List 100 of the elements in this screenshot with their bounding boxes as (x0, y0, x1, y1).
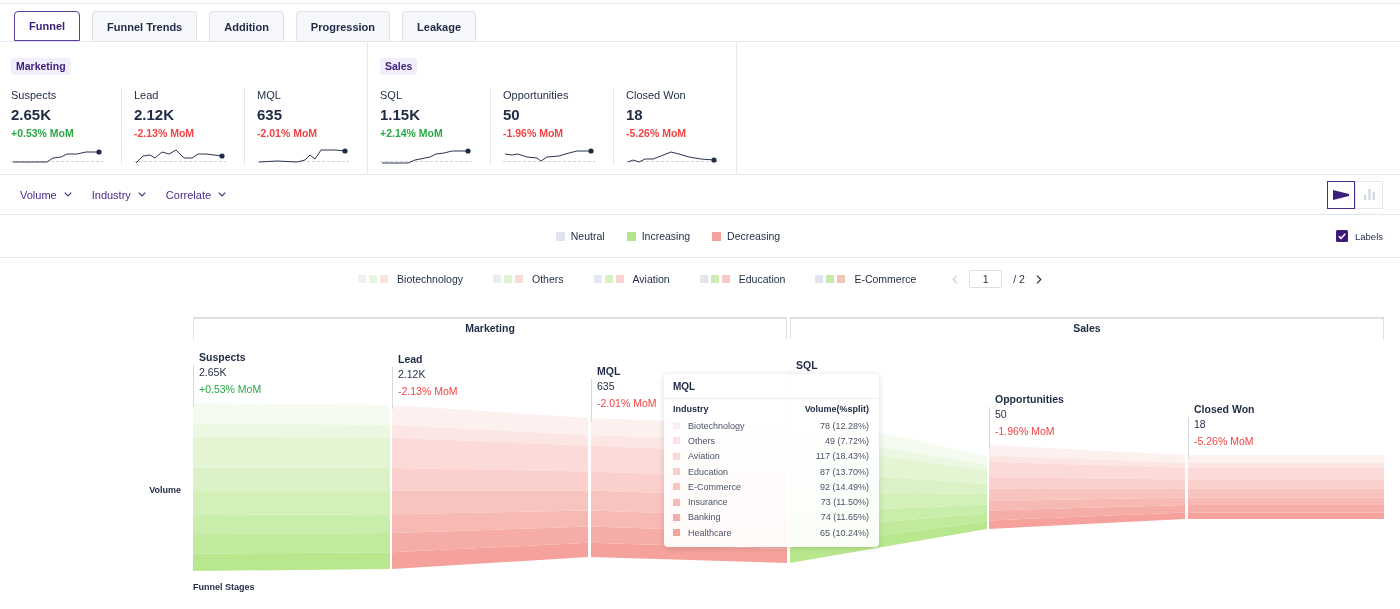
labels-checkbox[interactable]: Labels (1336, 230, 1383, 242)
page-input[interactable]: 1 (969, 270, 1003, 288)
leader-line (989, 407, 990, 449)
funnel-layer[interactable] (989, 512, 1185, 529)
funnel-layer[interactable] (392, 405, 588, 436)
stage-title: SQL (795, 358, 818, 372)
funnel-layer[interactable] (989, 488, 1185, 501)
legend-label[interactable]: Aviation (632, 273, 670, 285)
metric-value: 635 (257, 105, 284, 125)
stage-title: Lead (397, 352, 423, 366)
metric-label: SQL (380, 88, 403, 102)
metric-change: +0.53% MoM (11, 126, 75, 140)
filter-dropdown[interactable]: Volume (20, 188, 72, 201)
industry-name: Aviation (688, 451, 720, 462)
metric-change: -5.26% MoM (626, 126, 688, 140)
industry-volume: 92 (14.49%) (819, 481, 869, 492)
stage-value: 18 (1194, 417, 1206, 431)
metric-value: 2.12K (134, 105, 176, 125)
funnel-layer[interactable] (591, 542, 787, 563)
metric-label: Suspects (11, 88, 58, 102)
stage-group-header: Sales (790, 317, 1384, 339)
industry-volume: 73 (11.50%) (820, 497, 869, 508)
tab[interactable]: Funnel (14, 11, 81, 41)
leader-line (591, 379, 592, 422)
industry-name: Banking (688, 512, 721, 523)
next-page-button[interactable] (1035, 274, 1042, 284)
funnel-layer[interactable] (392, 437, 588, 472)
legend-label[interactable]: Biotechnology (397, 273, 463, 285)
stage-title: MQL (596, 364, 621, 378)
industry-volume: 87 (13.70%) (819, 466, 869, 477)
metric-label: Closed Won (626, 88, 687, 102)
leader-line (1188, 417, 1189, 459)
industry-name: Healthcare (688, 527, 732, 538)
stage-change: -2.13% MoM (398, 384, 458, 398)
funnel-layer[interactable] (989, 445, 1185, 463)
page-total: / 2 (1013, 273, 1025, 285)
funnel-view-button[interactable] (1327, 180, 1355, 209)
funnel-layer[interactable] (989, 497, 1185, 511)
tab[interactable]: Leakage (402, 11, 477, 41)
industry-volume: 74 (11.65%) (820, 512, 869, 523)
stage-change: +0.53% MoM (199, 382, 262, 396)
filter-dropdown[interactable]: Correlate (165, 188, 227, 201)
stage-change: -5.26% MoM (1194, 434, 1254, 448)
group-tag: Marketing (11, 58, 71, 75)
stage-value: 635 (597, 379, 615, 393)
stage-value: 50 (995, 407, 1007, 421)
axis-label: Funnel Stages (193, 582, 255, 592)
legend-label[interactable]: Education (738, 273, 786, 285)
filter-dropdown[interactable]: Industry (91, 188, 146, 201)
funnel-layer[interactable] (193, 552, 390, 571)
metric-label: MQL (257, 88, 282, 102)
industry-volume: 49 (7.72%) (824, 435, 869, 446)
chevron-down-icon (218, 192, 227, 197)
tab[interactable]: Funnel Trends (92, 11, 198, 41)
chevron-down-icon (63, 192, 72, 197)
stage-value: 2.12K (398, 367, 426, 381)
legend-label[interactable]: Others (532, 273, 564, 285)
metric-label: Opportunities (503, 88, 570, 102)
funnel-layer[interactable] (392, 510, 588, 534)
chevron-down-icon (137, 192, 146, 197)
legend-label[interactable]: E-Commerce (854, 273, 917, 285)
industry-name: Insurance (688, 497, 728, 508)
bar-chart-icon (1363, 189, 1375, 200)
leader-line (193, 365, 194, 407)
axis-label: Volume (149, 485, 181, 495)
metric-change: -2.01% MoM (257, 126, 319, 140)
metric-label: Lead (134, 88, 160, 102)
industry-name: Biotechnology (688, 420, 745, 431)
legend-label: Decreasing (727, 230, 781, 242)
funnel-layer[interactable] (989, 461, 1185, 480)
metric-change: +2.14% MoM (380, 126, 444, 140)
stage-value: 2.65K (199, 365, 227, 379)
funnel-layer[interactable] (989, 505, 1185, 521)
funnel-layer[interactable] (392, 542, 588, 569)
metric-value: 18 (626, 105, 644, 125)
stage-change: -1.96% MoM (995, 424, 1055, 438)
industry-name: Education (688, 466, 729, 477)
industry-volume: 65 (10.24%) (819, 527, 869, 538)
stage-title: Suspects (198, 350, 246, 364)
tab[interactable]: Addition (209, 11, 284, 41)
legend-label: Neutral (570, 230, 605, 242)
leader-line (392, 367, 393, 409)
chevron-right-icon (1035, 274, 1042, 284)
funnel-layer[interactable] (1188, 512, 1384, 519)
stage-group-header: Marketing (193, 317, 787, 339)
funnel-layer[interactable] (392, 526, 588, 553)
stage-title: Opportunities (994, 392, 1064, 406)
industry-volume: 78 (12.28%) (819, 420, 869, 431)
stage-title: Closed Won (1193, 402, 1255, 416)
chevron-left-icon (952, 274, 959, 284)
funnel-icon (1333, 189, 1349, 200)
column-header: Volume(%split) (804, 403, 869, 416)
industry-name: E-Commerce (688, 481, 741, 492)
tab[interactable]: Progression (295, 11, 391, 41)
industry-volume: 117 (18.43%) (815, 451, 869, 462)
metric-value: 1.15K (380, 105, 422, 125)
legend-label: Increasing (641, 230, 691, 242)
column-header: Industry (673, 403, 709, 416)
stage-change: -2.01% MoM (597, 396, 657, 410)
tooltip-title: MQL (664, 374, 879, 399)
